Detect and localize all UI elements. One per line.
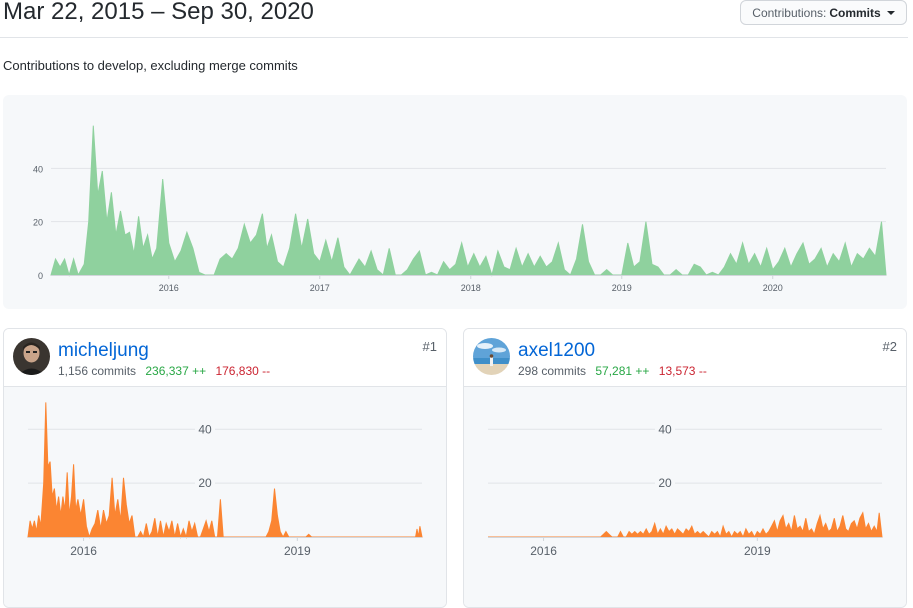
page-header: Mar 22, 2015 – Sep 30, 2020 Contribution… [0, 0, 908, 38]
contributor-username[interactable]: micheljung [58, 340, 149, 362]
series-area [50, 125, 887, 277]
contributor-card-micheljung: micheljung 1,156 commits 236,337 ++ 176,… [3, 328, 447, 608]
contributions-filter-button[interactable]: Contributions: Commits [740, 0, 907, 25]
deletions-count: 176,830 -- [215, 364, 271, 378]
y-tick-label: 40 [33, 164, 43, 174]
commit-count: 298 commits [518, 364, 587, 378]
x-tick-label: 2016 [70, 544, 97, 558]
y-tick-label: 20 [33, 218, 43, 228]
caret-down-icon [886, 10, 895, 15]
y-tick-label: 40 [658, 422, 672, 436]
contributor-stats: 298 commits 57,281 ++ 13,573 -- [518, 364, 707, 378]
contributor-rank: #2 [882, 339, 897, 354]
series-area [27, 402, 423, 539]
avatar-beach-icon [473, 338, 510, 375]
avatar-person-icon [13, 338, 50, 375]
y-tick-label: 20 [658, 476, 672, 490]
contributor-card-axel1200: axel1200 298 commits 57,281 ++ 13,573 --… [463, 328, 907, 608]
contributor-chart: 20 40 2016 2019 [4, 387, 446, 607]
contributor-chart-svg: 20 40 2016 2019 [488, 422, 883, 558]
additions-count: 57,281 ++ [595, 364, 650, 378]
x-tick-label: 2019 [744, 544, 771, 558]
overall-contributions-chart: 0 20 40 2016 2017 2018 2019 2020 [3, 95, 907, 309]
contributor-chart: 20 40 2016 2019 [464, 387, 906, 607]
contributor-chart-svg: 20 40 2016 2019 [27, 402, 423, 558]
y-tick-label: 0 [38, 271, 43, 281]
contributor-rank: #1 [422, 339, 437, 354]
date-range-title: Mar 22, 2015 – Sep 30, 2020 [3, 0, 314, 25]
x-tick-label: 2017 [310, 283, 330, 293]
contributor-stats: 1,156 commits 236,337 ++ 176,830 -- [58, 364, 270, 378]
x-tick-label: 2018 [461, 283, 481, 293]
x-tick-label: 2016 [530, 544, 557, 558]
y-tick-label: 40 [198, 422, 212, 436]
y-tick-label: 20 [198, 476, 212, 490]
x-tick-label: 2019 [612, 283, 632, 293]
avatar[interactable] [13, 338, 50, 375]
avatar[interactable] [473, 338, 510, 375]
contributor-card-header: axel1200 298 commits 57,281 ++ 13,573 --… [464, 329, 906, 387]
commit-count: 1,156 commits [58, 364, 137, 378]
contributions-subtitle: Contributions to develop, excluding merg… [3, 58, 298, 73]
filter-label: Contributions: [752, 5, 827, 20]
additions-count: 236,337 ++ [145, 364, 207, 378]
contributor-username[interactable]: axel1200 [518, 340, 595, 362]
filter-value: Commits [829, 5, 881, 20]
contributor-card-header: micheljung 1,156 commits 236,337 ++ 176,… [4, 329, 446, 387]
x-tick-label: 2016 [159, 283, 179, 293]
deletions-count: 13,573 -- [658, 364, 707, 378]
x-tick-label: 2020 [763, 283, 783, 293]
series-area [488, 511, 883, 539]
x-tick-label: 2019 [284, 544, 311, 558]
overall-chart-svg: 0 20 40 2016 2017 2018 2019 2020 [33, 125, 887, 293]
